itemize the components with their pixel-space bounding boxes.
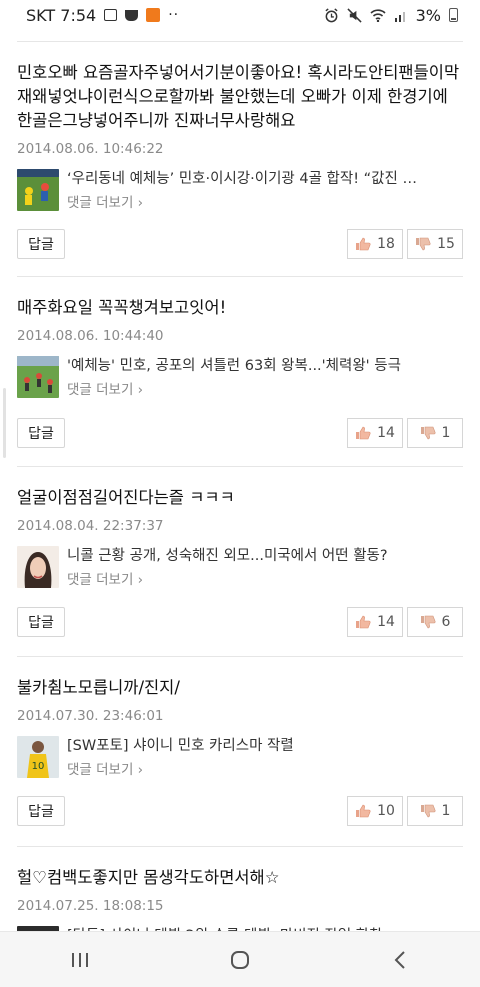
home-icon: [231, 950, 249, 969]
comment-date: 2014.08.04. 22:37:37: [17, 518, 164, 534]
thumbs-up-icon: [356, 237, 371, 251]
more-comments-link[interactable]: 댓글 더보기 ›: [67, 568, 463, 588]
dislike-count: 1: [441, 803, 451, 819]
dislike-count: 6: [441, 614, 451, 630]
back-icon: [394, 950, 405, 969]
comment-item: 민호오빠 요즘골자주넣어서기분이좋아요! 혹시라도안티팬들이막재왜넣엇냐이런식으…: [17, 41, 463, 276]
dislike-button[interactable]: 1: [407, 418, 463, 448]
dislike-button[interactable]: 6: [407, 607, 463, 637]
reply-button[interactable]: 답글: [17, 418, 65, 448]
comment-item: 불카췸노모릅니까/진지/ 2014.07.30. 23:46:01 10 [SW…: [17, 656, 463, 846]
article-title[interactable]: [SW포토] 샤이니 민호 카리스마 작렬: [67, 736, 463, 756]
more-comments-link[interactable]: 댓글 더보기 ›: [67, 758, 463, 778]
battery-percent: 3%: [415, 5, 441, 25]
article-link[interactable]: ‘우리동네 예체능’ 민호·이시강·이기광 4골 합작! “값진 … 댓글 더보…: [17, 169, 463, 215]
reply-button[interactable]: 답글: [17, 607, 65, 637]
like-count: 18: [377, 236, 395, 252]
article-thumbnail: [17, 546, 59, 588]
article-link[interactable]: '예체능' 민호, 공포의 셔틀런 63회 왕복...'체력왕' 등극 댓글 더…: [17, 356, 463, 402]
recent-apps-icon: [72, 952, 88, 967]
reply-button[interactable]: 답글: [17, 229, 65, 259]
article-thumbnail: [17, 169, 59, 211]
more-comments-link[interactable]: 댓글 더보기 ›: [67, 191, 463, 211]
comment-text: 얼굴이점점길어진다는즐 ㅋㅋㅋ: [17, 488, 235, 507]
thumbs-up-icon: [356, 804, 371, 818]
thumbs-down-icon: [420, 426, 436, 440]
dislike-count: 15: [437, 236, 455, 252]
comment-date: 2014.07.30. 23:46:01: [17, 708, 164, 724]
thumbs-down-icon: [420, 804, 436, 818]
thumbs-up-icon: [356, 426, 371, 440]
dislike-button[interactable]: 15: [407, 229, 463, 259]
thumbs-up-icon: [356, 615, 371, 629]
comment-item: 헐♡컴백도좋지만 몸생각도하면서해☆ 2014.07.25. 18:08:15 …: [17, 846, 463, 937]
like-button[interactable]: 14: [347, 418, 403, 448]
alarm-icon: [325, 7, 338, 22]
like-count: 14: [377, 425, 395, 441]
article-thumbnail: [17, 356, 59, 398]
comment-date: 2014.08.06. 10:44:40: [17, 328, 164, 344]
status-bar: SKT 7:54 ·· 3%: [0, 0, 480, 30]
like-count: 10: [377, 803, 395, 819]
wifi-icon: [370, 9, 386, 22]
article-thumbnail: 10: [17, 736, 59, 778]
comment-item: 매주화요일 꼭꼭챙겨보고잇어! 2014.08.06. 10:44:40 '예체…: [17, 276, 463, 466]
carrier-time: SKT 7:54: [26, 5, 97, 25]
cafe-notification-icon: [125, 9, 139, 21]
more-notifications-icon: ··: [168, 7, 180, 23]
reply-button[interactable]: 답글: [17, 796, 65, 826]
app-notification-icon: [146, 8, 161, 22]
comment-item: 얼굴이점점길어진다는즐 ㅋㅋㅋ 2014.08.04. 22:37:37 니콜 …: [17, 466, 463, 656]
comment-text: 헐♡컴백도좋지만 몸생각도하면서해☆: [17, 868, 280, 887]
article-link[interactable]: 10 [SW포토] 샤이니 민호 카리스마 작렬 댓글 더보기 ›: [17, 736, 463, 782]
recent-apps-button[interactable]: [50, 940, 110, 980]
comment-date: 2014.08.06. 10:46:22: [17, 141, 164, 157]
like-count: 14: [377, 614, 395, 630]
battery-icon: [449, 8, 458, 22]
like-button[interactable]: 18: [347, 229, 403, 259]
article-title[interactable]: '예체능' 민호, 공포의 셔틀런 63회 왕복...'체력왕' 등극: [67, 356, 463, 376]
comment-text: 불카췸노모릅니까/진지/: [17, 678, 180, 697]
svg-text:10: 10: [32, 761, 45, 772]
edge-panel-handle[interactable]: [3, 388, 6, 458]
system-navigation-bar: [0, 931, 480, 987]
home-button[interactable]: [210, 940, 270, 980]
signal-icon: [394, 12, 405, 22]
thumbs-down-icon: [416, 237, 431, 251]
thumbs-down-icon: [420, 615, 436, 629]
article-link[interactable]: 니콜 근황 공개, 성숙해진 외모...미국에서 어떤 활동? 댓글 더보기 ›: [17, 546, 463, 592]
mute-icon: [347, 7, 362, 23]
image-notification-icon: [104, 9, 118, 21]
like-button[interactable]: 14: [347, 607, 403, 637]
comment-date: 2014.07.25. 18:08:15: [17, 898, 164, 914]
comment-text: 매주화요일 꼭꼭챙겨보고잇어!: [17, 298, 227, 317]
article-title[interactable]: 니콜 근황 공개, 성숙해진 외모...미국에서 어떤 활동?: [67, 546, 463, 566]
back-button[interactable]: [370, 940, 430, 980]
dislike-count: 1: [441, 425, 451, 441]
like-button[interactable]: 10: [347, 796, 403, 826]
dislike-button[interactable]: 1: [407, 796, 463, 826]
article-title[interactable]: ‘우리동네 예체능’ 민호·이시강·이기광 4골 합작! “값진 …: [67, 169, 463, 189]
more-comments-link[interactable]: 댓글 더보기 ›: [67, 378, 463, 398]
comment-text: 민호오빠 요즘골자주넣어서기분이좋아요! 혹시라도안티팬들이막재왜넣엇냐이런식으…: [17, 63, 460, 130]
